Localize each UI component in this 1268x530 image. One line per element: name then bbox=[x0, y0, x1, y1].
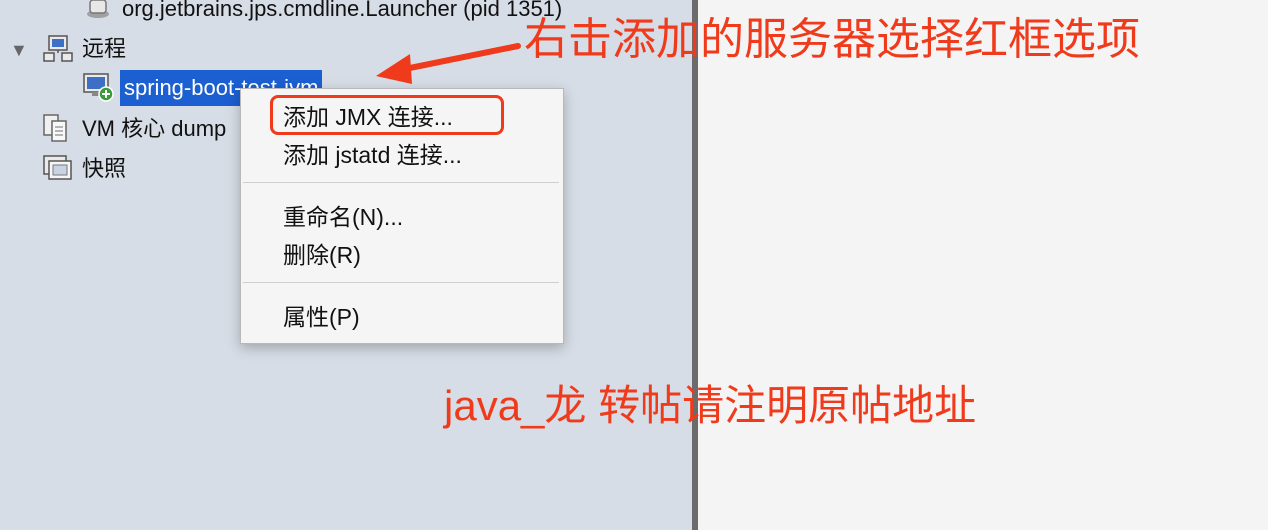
java-cup-icon bbox=[84, 0, 112, 25]
expand-triangle-icon[interactable]: ▼ bbox=[10, 40, 28, 61]
menu-item-delete[interactable]: 删除(R) bbox=[283, 239, 361, 271]
core-dump-icon bbox=[42, 113, 74, 148]
menu-item-rename[interactable]: 重命名(N)... bbox=[283, 201, 403, 233]
tree-item-vm-core-dump[interactable]: VM 核心 dump bbox=[82, 114, 226, 144]
menu-separator bbox=[243, 282, 559, 283]
annotation-arrow-icon bbox=[376, 43, 521, 84]
tree-item-snapshot[interactable]: 快照 bbox=[82, 154, 126, 184]
menu-item-add-jstatd-connection[interactable]: 添加 jstatd 连接... bbox=[283, 139, 462, 171]
menu-separator bbox=[243, 182, 559, 183]
remote-host-icon bbox=[82, 72, 116, 109]
annotation-instruction: 右击添加的服务器选择红框选项 bbox=[524, 15, 1140, 64]
tree-item-launcher[interactable]: org.jetbrains.jps.cmdline.Launcher (pid … bbox=[122, 0, 562, 24]
menu-item-properties[interactable]: 属性(P) bbox=[283, 301, 360, 333]
snapshot-icon bbox=[42, 154, 74, 189]
remote-hosts-icon bbox=[42, 34, 74, 69]
annotation-watermark: java_龙 转帖请注明原帖地址 bbox=[444, 382, 977, 429]
highlight-box bbox=[270, 95, 504, 135]
tree-item-remote[interactable]: 远程 bbox=[82, 34, 126, 64]
detail-pane bbox=[698, 0, 1268, 530]
